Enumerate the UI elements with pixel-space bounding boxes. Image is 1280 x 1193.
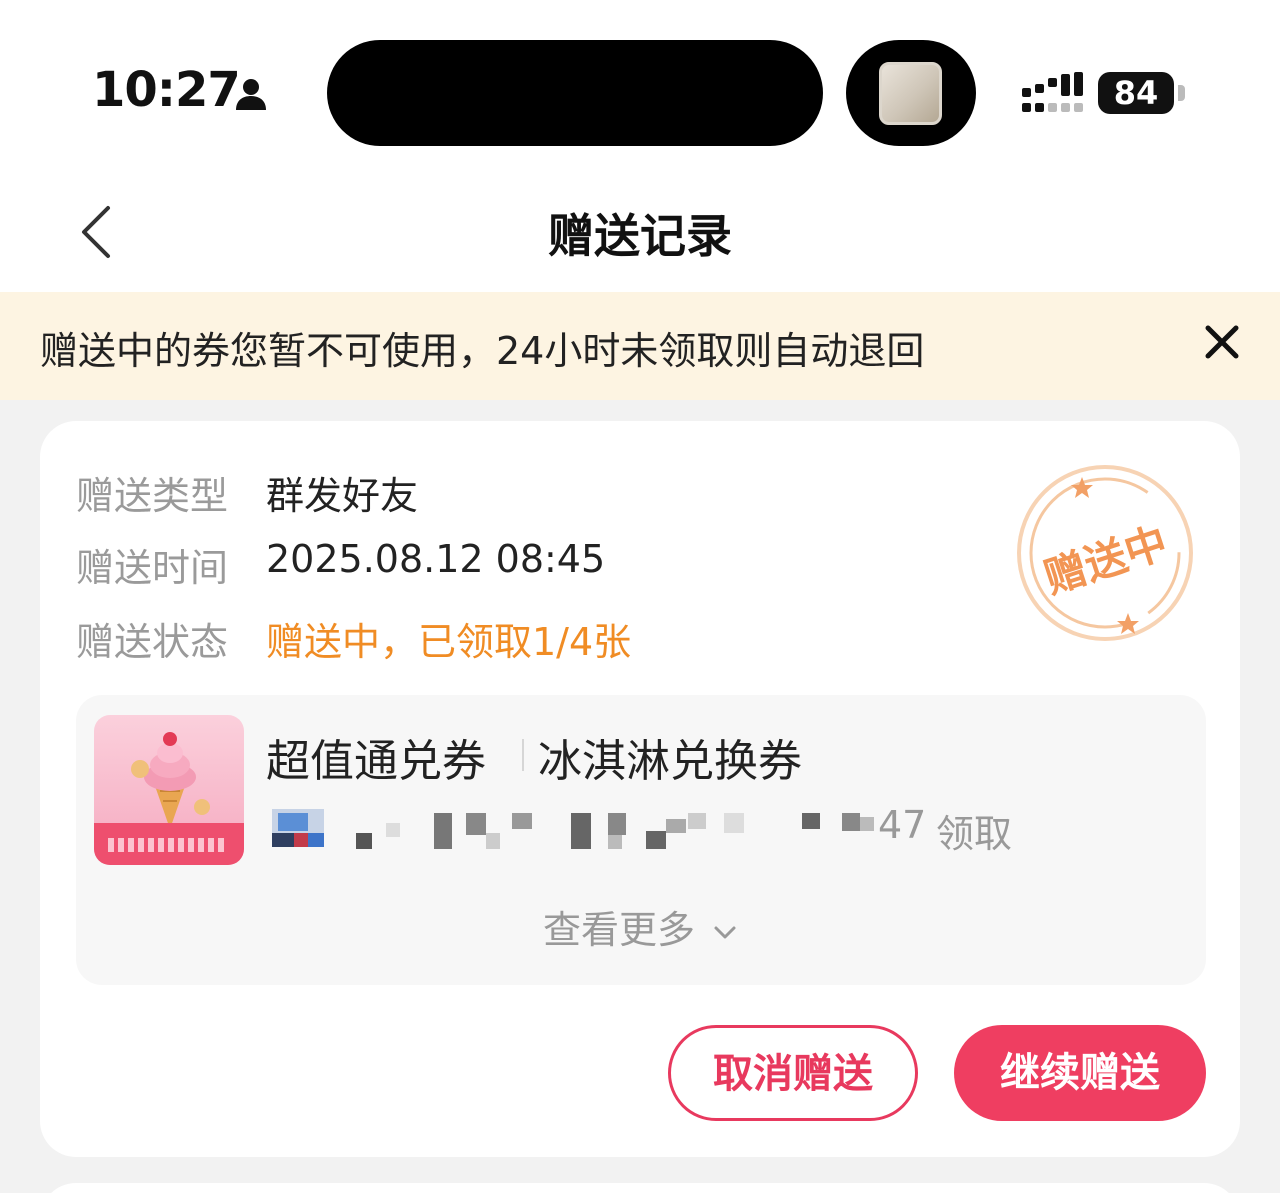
stamp-icon: 赠送中 [1017,465,1193,641]
view-more-label: 查看更多 [542,908,695,952]
status-bar: 10:27 84 [0,0,1280,180]
notice-banner: 赠送中的券您暂不可使用，24小时未领取则自动退回 [0,292,1280,400]
next-record-card [40,1183,1240,1193]
status-label: 赠送状态 [76,620,229,664]
status-time: 10:27 [92,62,241,118]
view-more-button[interactable]: 查看更多 [76,899,1206,954]
dynamic-island [327,40,823,146]
page-title: 赠送记录 [548,209,732,263]
signal-icon [1022,72,1083,112]
coupon-image [94,715,244,865]
redacted-recipient-name [356,813,874,849]
battery-cap [1178,85,1185,101]
notice-text: 赠送中的券您暂不可使用，24小时未领取则自动退回 [40,329,925,373]
stamp-text: 赠送中 [1038,518,1173,604]
close-icon[interactable] [1200,320,1244,364]
coupon-name: 冰淇淋兑换券 [538,736,802,787]
cancel-gift-button[interactable]: 取消赠送 [668,1025,918,1121]
chevron-down-icon [714,926,736,938]
coupon-category: 超值通兑券 [266,736,486,787]
time-label: 赠送时间 [76,546,229,590]
nav-bar: 赠送记录 [0,180,1280,292]
type-label: 赠送类型 [76,474,229,518]
claim-count: 47 [878,803,927,847]
coupon-image-band-text [108,838,228,852]
person-icon [236,79,266,110]
type-value: 群发好友 [266,474,419,518]
coupon-separator [522,739,524,771]
continue-gift-button[interactable]: 继续赠送 [954,1025,1206,1121]
time-value: 2025.08.12 08:45 [266,537,606,581]
claim-text: 领取 [936,812,1013,856]
gift-record-card: 赠送类型 群发好友 赠送时间 2025.08.12 08:45 赠送状态 赠送中… [40,421,1240,1157]
avatar [272,809,324,847]
status-value: 赠送中，已领取1/4张 [266,620,632,664]
battery-indicator: 84 [1098,72,1174,114]
activity-thumbnail [879,62,942,125]
ice-cream-icon [131,732,210,829]
coupon-list: 超值通兑券 冰淇淋兑换券 47 领取 查看更多 [76,695,1206,985]
